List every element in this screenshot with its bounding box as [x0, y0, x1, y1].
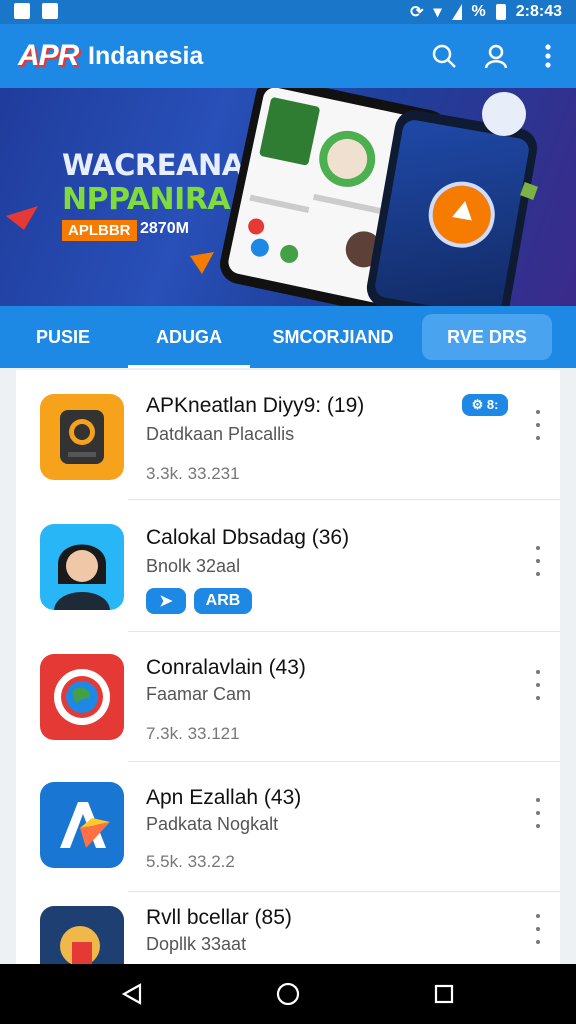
- notification-icon: [14, 3, 30, 19]
- back-icon: [121, 983, 142, 1005]
- app-bar: APR Indanesia: [0, 24, 576, 88]
- app-badge: ⚙ 8:: [462, 394, 508, 416]
- app-subtitle: Dopllk 33aat: [146, 934, 247, 954]
- arrow-app-icon: [40, 782, 124, 868]
- download-icon: [42, 3, 58, 19]
- list-item[interactable]: Conralavlain (43) Faamar Cam 7.3k. 33.12…: [16, 632, 560, 762]
- tab-3[interactable]: SMCORJIAND: [258, 306, 408, 368]
- globe-app-icon: [40, 654, 124, 740]
- list-item[interactable]: Rvll bcellar (85) Dopllk 33aat: [16, 892, 560, 964]
- app-badge: ARB: [194, 588, 252, 614]
- item-menu-button[interactable]: [532, 798, 544, 828]
- list-item[interactable]: APKneatlan Diyy9: (19) Datdkaan Placalli…: [16, 370, 560, 500]
- status-bar: ⟳ ▾ % 2:8:43: [0, 0, 576, 24]
- more-vert-icon: [545, 44, 551, 68]
- app-title: APKneatlan Diyy9: (19): [146, 394, 365, 417]
- app-meta: 7.3k. 33.121: [146, 724, 240, 743]
- app-subtitle: Faamar Cam: [146, 684, 252, 704]
- clock: 2:8:43: [515, 3, 562, 20]
- game-app-icon: [40, 906, 124, 964]
- app-title: Calokal Dbsadag (36): [146, 526, 350, 549]
- app-title: Rvll bcellar (85): [146, 906, 292, 929]
- back-button[interactable]: [116, 978, 148, 1010]
- sync-icon: ⟳: [410, 4, 424, 21]
- tab-4[interactable]: RVE DRS: [422, 314, 552, 360]
- app-meta: 3.3k. 33.231: [146, 464, 240, 483]
- app-subtitle: Padkata Nogkalt: [146, 814, 279, 834]
- wifi-icon: ▾: [433, 4, 442, 21]
- camera-app-icon: [40, 394, 124, 480]
- overflow-menu-button[interactable]: [530, 38, 566, 74]
- item-menu-button[interactable]: [532, 670, 544, 700]
- search-icon: [432, 44, 456, 68]
- app-subtitle: Bnolk 32aal: [146, 556, 241, 576]
- home-icon: [276, 982, 300, 1006]
- logo-mark: APR: [18, 39, 79, 72]
- category-tabs: PUSIE ADUGA SMCORJIAND RVE DRS: [0, 306, 576, 368]
- person-icon: [484, 44, 508, 69]
- app-title: Conralavlain (43): [146, 656, 306, 679]
- tab-1[interactable]: PUSIE: [0, 306, 126, 368]
- app-list: APKneatlan Diyy9: (19) Datdkaan Placalli…: [16, 370, 560, 964]
- app-logo[interactable]: APR: [18, 36, 79, 76]
- item-menu-button[interactable]: [532, 546, 544, 576]
- app-title: Apn Ezallah (43): [146, 786, 302, 809]
- signal-icon: [451, 4, 462, 20]
- app-meta: 5.5k. 33.2.2: [146, 852, 235, 871]
- recents-icon: [434, 984, 454, 1004]
- home-button[interactable]: [272, 978, 304, 1010]
- recents-button[interactable]: [428, 978, 460, 1010]
- navigation-bar: [0, 964, 576, 1024]
- tab-2[interactable]: ADUGA: [128, 306, 250, 368]
- list-item[interactable]: Apn Ezallah (43) Padkata Nogkalt 5.5k. 3…: [16, 762, 560, 892]
- app-title: Indanesia: [88, 42, 204, 70]
- item-menu-button[interactable]: [532, 914, 544, 944]
- app-subtitle: Datdkaan Placallis: [146, 424, 295, 444]
- search-button[interactable]: [426, 38, 462, 74]
- item-menu-button[interactable]: [532, 410, 544, 440]
- list-item[interactable]: Calokal Dbsadag (36) Bnolk 32aal ➤ ARB: [16, 502, 560, 632]
- twitter-badge: ➤: [146, 588, 186, 614]
- battery-icon: [495, 4, 506, 20]
- promo-banner[interactable]: WACREANAR NPPANIRA APLBBR 2870M: [0, 88, 576, 306]
- account-button[interactable]: [478, 38, 514, 74]
- network-label: %: [471, 3, 486, 20]
- avatar-app-icon: [40, 524, 124, 610]
